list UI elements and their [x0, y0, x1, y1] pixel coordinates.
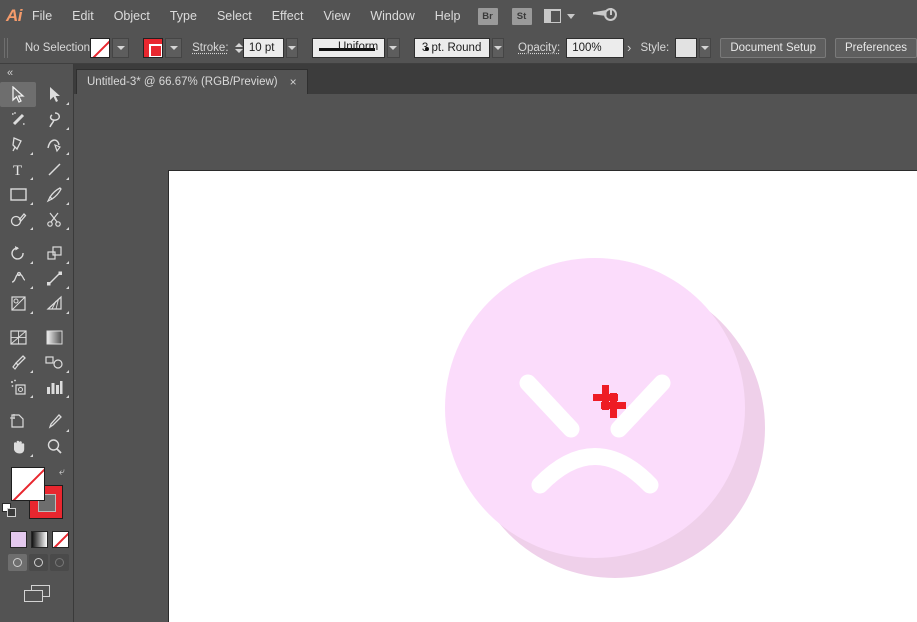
menu-effect[interactable]: Effect: [262, 0, 314, 32]
color-mode-buttons: [0, 525, 73, 548]
stroke-swatch[interactable]: [143, 37, 164, 58]
stroke-profile-select[interactable]: Uniform: [312, 37, 386, 58]
document-setup-button[interactable]: Document Setup: [720, 37, 827, 58]
free-transform-tool[interactable]: [36, 266, 72, 291]
swap-fill-stroke-icon[interactable]: ⤶: [55, 465, 69, 479]
menu-select[interactable]: Select: [207, 0, 262, 32]
menu-type[interactable]: Type: [160, 0, 207, 32]
line-segment-tool[interactable]: [36, 157, 72, 182]
artboard[interactable]: [168, 170, 917, 622]
graphic-style-dropdown-arrow[interactable]: [698, 37, 712, 58]
none-button[interactable]: [52, 531, 69, 548]
brush-preview-icon: [424, 46, 429, 51]
selection-status: No Selection: [24, 41, 91, 54]
paintbrush-crosshair-cursor: [588, 379, 634, 425]
workspace-switcher-icon[interactable]: [592, 6, 619, 26]
stroke-weight-dropdown-arrow[interactable]: [286, 37, 299, 58]
default-fill-stroke-icon[interactable]: [2, 503, 16, 517]
tools-panel-collapse[interactable]: «: [0, 64, 73, 82]
menu-window[interactable]: Window: [360, 0, 424, 32]
tool-grid: T: [0, 82, 73, 459]
brush-definition-value: 3 pt. Round: [421, 41, 482, 54]
stroke-swatch-group[interactable]: [143, 37, 183, 58]
lasso-tool[interactable]: [36, 107, 72, 132]
canvas-area[interactable]: [74, 94, 917, 622]
blend-tool[interactable]: [36, 350, 72, 375]
slice-tool[interactable]: [36, 409, 72, 434]
perspective-grid-tool[interactable]: [36, 291, 72, 316]
fill-dropdown-arrow[interactable]: [112, 37, 130, 58]
draw-normal-button[interactable]: [8, 554, 27, 571]
gradient-tool[interactable]: [36, 325, 72, 350]
symbol-sprayer-tool[interactable]: [0, 375, 36, 400]
column-graph-tool[interactable]: [36, 375, 72, 400]
menu-bar-right-controls: Br St: [471, 6, 917, 26]
menu-help[interactable]: Help: [425, 0, 471, 32]
stroke-profile-dropdown-arrow[interactable]: [387, 37, 400, 58]
document-tab-title: Untitled-3* @ 66.67% (RGB/Preview): [87, 76, 278, 88]
hand-tool[interactable]: [0, 434, 36, 459]
menu-edit[interactable]: Edit: [62, 0, 104, 32]
rectangle-tool[interactable]: [0, 182, 36, 207]
menu-view[interactable]: View: [313, 0, 360, 32]
stroke-weight-input[interactable]: 10 pt: [242, 37, 285, 58]
stroke-dropdown-arrow[interactable]: [165, 37, 183, 58]
draw-mode-buttons: [0, 548, 73, 571]
menu-object[interactable]: Object: [104, 0, 160, 32]
fill-stroke-controls: ⤶: [0, 463, 74, 525]
stroke-profile-value: Uniform: [338, 40, 379, 53]
opacity-input[interactable]: 100%: [566, 37, 625, 58]
draw-behind-button[interactable]: [29, 554, 48, 571]
brush-definition-select[interactable]: 3 pt. Round: [413, 37, 490, 58]
tools-panel: « T ⤶: [0, 64, 74, 622]
control-bar-grip[interactable]: [4, 37, 9, 58]
zoom-tool[interactable]: [36, 434, 72, 459]
style-label: Style:: [640, 41, 670, 54]
preferences-button[interactable]: Preferences: [835, 37, 917, 58]
magic-wand-tool[interactable]: [0, 107, 36, 132]
close-icon[interactable]: ×: [288, 76, 299, 88]
stroke-weight-label[interactable]: Stroke:: [192, 42, 228, 54]
shape-builder-tool[interactable]: [0, 291, 36, 316]
shaper-pencil-tool[interactable]: [0, 207, 36, 232]
eyedropper-tool[interactable]: [0, 350, 36, 375]
svg-text:T: T: [13, 163, 22, 178]
control-bar: No Selection Stroke: 10 pt Uniform 3 pt.…: [0, 32, 917, 64]
fill-swatch-group[interactable]: [90, 37, 130, 58]
selection-tool[interactable]: [0, 82, 36, 107]
app-logo-icon: Ai: [6, 6, 23, 25]
stock-button[interactable]: St: [511, 7, 532, 25]
menu-bar: Ai File Edit Object Type Select Effect V…: [0, 0, 917, 32]
scale-tool[interactable]: [36, 241, 72, 266]
fill-color-box[interactable]: [11, 467, 45, 501]
fill-swatch[interactable]: [90, 37, 111, 58]
mesh-tool[interactable]: [0, 325, 36, 350]
bridge-button[interactable]: Br: [477, 7, 498, 25]
width-tool[interactable]: [0, 266, 36, 291]
paintbrush-tool[interactable]: [36, 182, 72, 207]
direct-selection-tool[interactable]: [36, 82, 72, 107]
scissors-tool[interactable]: [36, 207, 72, 232]
illustrator-window: Ai File Edit Object Type Select Effect V…: [0, 0, 917, 622]
brush-definition-dropdown-arrow[interactable]: [491, 37, 504, 58]
color-button[interactable]: [10, 531, 27, 548]
curvature-tool[interactable]: [36, 132, 72, 157]
collapse-icon: «: [7, 67, 13, 79]
rotate-tool[interactable]: [0, 241, 36, 266]
opacity-expand-arrow[interactable]: ›: [624, 38, 634, 58]
opacity-label[interactable]: Opacity:: [518, 42, 560, 54]
document-tab-bar: Untitled-3* @ 66.67% (RGB/Preview) ×: [0, 64, 917, 94]
pen-tool[interactable]: [0, 132, 36, 157]
arrange-documents-icon[interactable]: [543, 9, 575, 23]
stroke-weight-stepper[interactable]: [234, 38, 243, 58]
screen-mode-button[interactable]: [0, 571, 73, 603]
graphic-style-swatch[interactable]: [675, 37, 697, 58]
document-tab[interactable]: Untitled-3* @ 66.67% (RGB/Preview) ×: [76, 69, 308, 94]
draw-inside-button[interactable]: [50, 554, 69, 571]
gradient-button[interactable]: [31, 531, 48, 548]
chevron-down-icon: [566, 13, 575, 19]
menu-file[interactable]: File: [22, 0, 62, 32]
type-tool[interactable]: T: [0, 157, 36, 182]
artboard-tool[interactable]: [0, 409, 36, 434]
